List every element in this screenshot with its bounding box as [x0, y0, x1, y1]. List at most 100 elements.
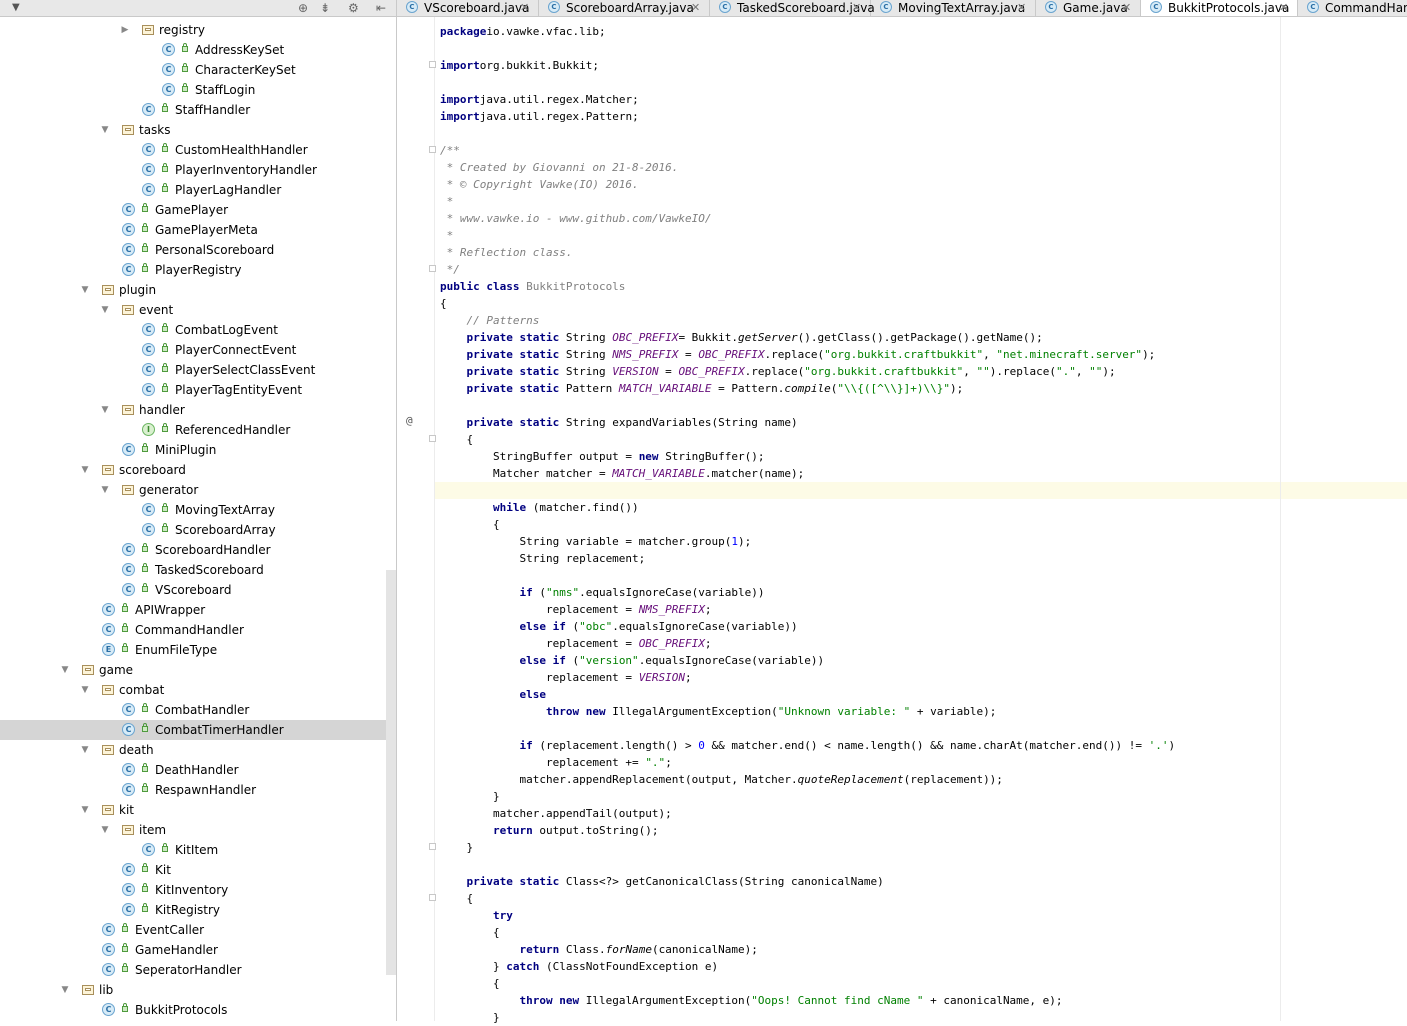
tree-file[interactable]: C CustomHealthHandler [0, 140, 386, 160]
tree-folder[interactable]: ▼ item [0, 820, 386, 840]
tree-file[interactable]: C MiniPlugin [0, 440, 386, 460]
tree-file[interactable]: C CommandHandler [0, 620, 386, 640]
dropdown-icon[interactable]: ▼ [12, 2, 20, 13]
tree-file[interactable]: C Kit [0, 860, 386, 880]
tree-scrollbar[interactable] [386, 570, 396, 975]
tree-folder[interactable]: ▼ lib [0, 980, 386, 1000]
tree-file[interactable]: C GamePlayerMeta [0, 220, 386, 240]
expand-arrow-icon[interactable]: ▼ [80, 740, 90, 760]
tree-file[interactable]: C KitInventory [0, 880, 386, 900]
tree-file[interactable]: C AddressKeySet [0, 40, 386, 60]
expand-arrow-icon[interactable]: ▼ [80, 280, 90, 300]
tree-item-label: PlayerRegistry [155, 263, 242, 277]
lock-icon [122, 623, 128, 632]
collapse-arrow-icon[interactable]: ▶ [120, 20, 130, 40]
tree-file[interactable]: C KitRegistry [0, 900, 386, 920]
tree-file[interactable]: C SeperatorHandler [0, 960, 386, 980]
close-tab-icon[interactable]: ✕ [852, 0, 861, 16]
close-tab-icon[interactable]: ✕ [1122, 0, 1131, 16]
target-icon[interactable]: ⊕ [298, 0, 308, 16]
fold-toggle-icon[interactable] [429, 894, 438, 903]
lock-icon [142, 203, 148, 212]
editor-tab[interactable]: C VScoreboard.java ✕ [397, 0, 539, 16]
fold-toggle-icon[interactable] [429, 843, 438, 852]
expand-arrow-icon[interactable]: ▼ [100, 120, 110, 140]
tree-folder[interactable]: ▼ tasks [0, 120, 386, 140]
code-line: throw new IllegalArgumentException("Oops… [440, 994, 1063, 1007]
tree-file[interactable]: C KitItem [0, 840, 386, 860]
tree-file[interactable]: C PersonalScoreboard [0, 240, 386, 260]
tree-folder[interactable]: ▼ game [0, 660, 386, 680]
close-tab-icon[interactable]: ✕ [1279, 0, 1288, 16]
tree-file[interactable]: C PlayerInventoryHandler [0, 160, 386, 180]
expand-arrow-icon[interactable]: ▼ [100, 820, 110, 840]
tree-file[interactable]: C CombatLogEvent [0, 320, 386, 340]
tree-file[interactable]: C ScoreboardArray [0, 520, 386, 540]
expand-arrow-icon[interactable]: ▼ [100, 300, 110, 320]
expand-arrow-icon[interactable]: ▼ [60, 980, 70, 1000]
tree-file[interactable]: C PlayerTagEntityEvent [0, 380, 386, 400]
expand-arrow-icon[interactable]: ▼ [80, 800, 90, 820]
tree-file[interactable]: C PlayerConnectEvent [0, 340, 386, 360]
expand-arrow-icon[interactable]: ▼ [80, 460, 90, 480]
fold-toggle-icon[interactable] [429, 265, 438, 274]
tree-file[interactable]: C TaskedScoreboard [0, 560, 386, 580]
close-tab-icon[interactable]: ✕ [1017, 0, 1026, 16]
tree-file[interactable]: C StaffLogin [0, 80, 386, 100]
editor-tab[interactable]: C TaskedScoreboard.java ✕ [710, 0, 875, 16]
gear-icon[interactable]: ⚙ [348, 0, 359, 16]
editor-tab[interactable]: C CommandHandler.java [1298, 0, 1407, 16]
tree-folder[interactable]: ▼ scoreboard [0, 460, 386, 480]
tree-file[interactable]: C GameHandler [0, 940, 386, 960]
tree-file[interactable]: E EnumFileType [0, 640, 386, 660]
close-tab-icon[interactable]: ✕ [691, 0, 700, 16]
override-marker-icon[interactable]: @ [406, 414, 413, 427]
tree-file[interactable]: C CombatHandler [0, 700, 386, 720]
expand-arrow-icon[interactable]: ▼ [60, 660, 70, 680]
editor-tab[interactable]: C Game.java ✕ [1036, 0, 1141, 16]
tree-folder[interactable]: ▼ plugin [0, 280, 386, 300]
tree-file[interactable]: C EventCaller [0, 920, 386, 940]
tree-file[interactable]: C CombatTimerHandler [0, 720, 386, 740]
expand-arrow-icon[interactable]: ▼ [100, 400, 110, 420]
tree-file[interactable]: C PlayerRegistry [0, 260, 386, 280]
tree-file[interactable]: C DeathHandler [0, 760, 386, 780]
tree-folder[interactable]: ▼ combat [0, 680, 386, 700]
editor-tab[interactable]: C ScoreboardArray.java ✕ [539, 0, 710, 16]
fold-toggle-icon[interactable] [429, 61, 438, 70]
tree-file[interactable]: C PlayerSelectClassEvent [0, 360, 386, 380]
tree-folder[interactable]: ▶ registry [0, 20, 386, 40]
tree-file[interactable]: C MovingTextArray [0, 500, 386, 520]
tree-file[interactable]: C BukkitProtocols [0, 1000, 386, 1020]
tree-file[interactable]: C APIWrapper [0, 600, 386, 620]
tree-file[interactable]: C VScoreboard [0, 580, 386, 600]
tree-file[interactable]: C RespawnHandler [0, 780, 386, 800]
tree-file[interactable]: I ReferencedHandler [0, 420, 386, 440]
tree-item-label: PlayerLagHandler [175, 183, 282, 197]
tree-folder[interactable]: ▼ death [0, 740, 386, 760]
tree-file[interactable]: C ScoreboardHandler [0, 540, 386, 560]
tree-folder[interactable]: ▼ generator [0, 480, 386, 500]
code-line: private static Class<?> getCanonicalClas… [440, 875, 884, 888]
lock-icon [162, 383, 168, 392]
editor-tab[interactable]: C BukkitProtocols.java ✕ [1141, 0, 1298, 16]
caret-line-highlight [397, 482, 1407, 499]
fold-toggle-icon[interactable] [429, 435, 438, 444]
lock-icon [182, 43, 188, 52]
tree-folder[interactable]: ▼ handler [0, 400, 386, 420]
tree-file[interactable]: C StaffHandler [0, 100, 386, 120]
expand-arrow-icon[interactable]: ▼ [80, 680, 90, 700]
fold-toggle-icon[interactable] [429, 146, 438, 155]
collapse-all-icon[interactable]: ⇟ [320, 0, 330, 16]
tree-folder[interactable]: ▼ kit [0, 800, 386, 820]
editor-tab[interactable]: C MovingTextArray.java ✕ [871, 0, 1036, 16]
close-tab-icon[interactable]: ✕ [520, 0, 529, 16]
tree-file[interactable]: C CharacterKeySet [0, 60, 386, 80]
hide-panel-icon[interactable]: ⇤ [376, 0, 386, 16]
expand-arrow-icon[interactable]: ▼ [100, 480, 110, 500]
tree-item-label: GamePlayerMeta [155, 223, 258, 237]
code-line: replacement += "."; [440, 756, 672, 769]
tree-folder[interactable]: ▼ event [0, 300, 386, 320]
tree-file[interactable]: C GamePlayer [0, 200, 386, 220]
tree-file[interactable]: C PlayerLagHandler [0, 180, 386, 200]
